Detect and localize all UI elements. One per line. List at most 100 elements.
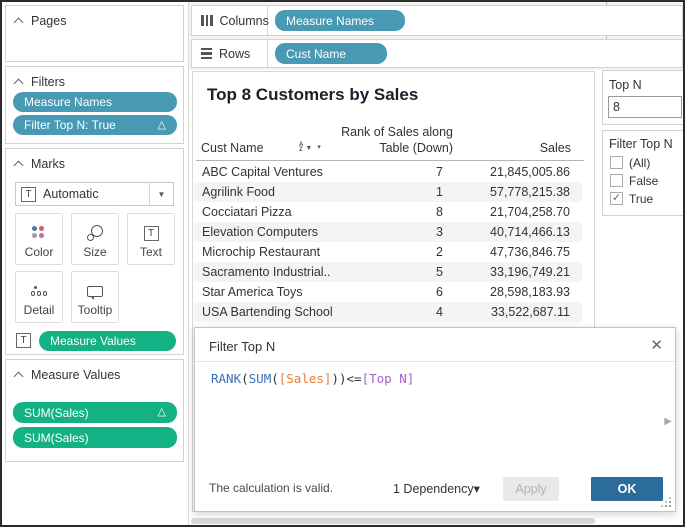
mark-button-label: Text [140, 245, 162, 259]
checkbox-label: True [629, 192, 653, 206]
tableau-window: Pages Filters Measure Names Filter Top N… [0, 0, 685, 527]
delta-icon: △ [158, 407, 166, 418]
checkbox-icon[interactable]: ✓ [610, 192, 623, 205]
sum-sales-pill-1[interactable]: SUM(Sales) △ [13, 402, 177, 423]
pill-label: SUM(Sales) [24, 406, 89, 420]
column-header-rank-line1: Rank of Sales along [303, 125, 453, 139]
collapse-chevron-icon[interactable] [14, 18, 24, 28]
size-button[interactable]: Size [71, 213, 119, 265]
mark-button-label: Detail [24, 303, 55, 317]
dependency-dropdown[interactable]: 1 Dependency▾ [393, 481, 480, 496]
collapse-chevron-icon[interactable] [14, 161, 24, 171]
calculation-dialog: Filter Top N ✕ RANK(SUM([Sales]))<=[Top … [194, 327, 676, 512]
pill-label: Measure Names [286, 14, 374, 28]
marks-title: Marks [31, 157, 65, 171]
sidebar-divider [188, 2, 189, 525]
tooltip-icon [72, 281, 118, 301]
sort-az-icon[interactable]: AZ ▼ ▾ [299, 143, 321, 153]
detail-button[interactable]: Detail [15, 271, 63, 323]
measure-values-card: Measure Values SUM(Sales) △ SUM(Sales) [5, 359, 184, 462]
pill-label: Measure Values [50, 334, 136, 348]
rows-icon [201, 48, 212, 60]
horizontal-scrollbar[interactable] [191, 518, 595, 524]
sum-sales-pill-2[interactable]: SUM(Sales) [13, 427, 177, 448]
mark-button-label: Tooltip [78, 303, 113, 317]
text-mark-icon: T [16, 333, 31, 348]
table-row[interactable]: Sacramento Industrial..533,196,749.21 [194, 262, 582, 282]
apply-button[interactable]: Apply [503, 477, 559, 501]
checkbox-label: False [629, 174, 658, 188]
calculation-status: The calculation is valid. [209, 481, 333, 495]
column-header-cust-name[interactable]: Cust Name [201, 141, 264, 155]
rows-shelf-label: Rows [192, 40, 268, 67]
columns-icon [201, 15, 213, 26]
column-header-rank-line2: Table (Down) [303, 141, 453, 155]
color-button[interactable]: Color [15, 213, 63, 265]
pill-label: SUM(Sales) [24, 431, 89, 445]
header-divider [196, 160, 584, 161]
pill-label: Filter Top N: True [24, 118, 116, 132]
columns-shelf[interactable]: Columns Measure Names [191, 5, 683, 36]
filter-top-n-card: Filter Top N ✓ (All) ✓ False ✓ True [602, 130, 685, 216]
filter-option-all[interactable]: ✓ (All) [610, 155, 650, 170]
table-row[interactable]: Cocciatari Pizza821,704,258.70 [194, 202, 582, 222]
text-icon: T [128, 223, 174, 243]
marks-card: Marks T Automatic ▼ Color Size T Text [5, 148, 184, 355]
filter-top-n-title: Filter Top N [609, 137, 673, 151]
dialog-title: Filter Top N [209, 339, 275, 354]
data-table-body: ABC Capital Ventures721,845,005.86 Agril… [194, 162, 582, 322]
tooltip-button[interactable]: Tooltip [71, 271, 119, 323]
size-icon [72, 223, 118, 243]
text-mark-icon: T [21, 187, 36, 202]
filter-option-true[interactable]: ✓ True [610, 191, 653, 206]
formula-editor[interactable]: RANK(SUM([Sales]))<=[Top N] [195, 362, 661, 471]
ok-button[interactable]: OK [591, 477, 663, 501]
top-n-input[interactable] [608, 96, 682, 118]
close-icon[interactable]: ✕ [650, 336, 663, 354]
filters-title: Filters [31, 75, 65, 89]
top-n-parameter-card: Top N [602, 70, 685, 125]
pages-title: Pages [31, 14, 66, 28]
checkbox-icon[interactable]: ✓ [610, 156, 623, 169]
table-row[interactable]: Agrilink Food157,778,215.38 [194, 182, 582, 202]
mark-type-dropdown[interactable]: T Automatic ▼ [15, 182, 174, 206]
rows-pill-cust-name[interactable]: Cust Name [275, 43, 387, 64]
sheet-title: Top 8 Customers by Sales [207, 85, 418, 105]
table-row[interactable]: ABC Capital Ventures721,845,005.86 [194, 162, 582, 182]
resize-grip[interactable] [662, 498, 672, 508]
detail-icon [16, 281, 62, 301]
measure-values-pill[interactable]: Measure Values [39, 331, 176, 351]
collapse-chevron-icon[interactable] [14, 79, 24, 89]
chevron-down-icon: ▾ [474, 482, 480, 496]
filter-pill-top-n[interactable]: Filter Top N: True △ [13, 115, 177, 135]
columns-pill-measure-names[interactable]: Measure Names [275, 10, 405, 31]
mark-type-label: Automatic [43, 187, 99, 201]
formula-text: RANK(SUM([Sales]))<=[Top N] [211, 371, 414, 386]
top-n-title: Top N [609, 78, 642, 92]
color-icon [16, 223, 62, 243]
table-row[interactable]: USA Bartending School433,522,687.11 [194, 302, 582, 322]
chevron-down-icon[interactable]: ▼ [149, 183, 173, 205]
filter-option-false[interactable]: ✓ False [610, 173, 658, 188]
rows-shelf[interactable]: Rows Cust Name [191, 39, 683, 68]
text-button[interactable]: T Text [127, 213, 175, 265]
collapse-chevron-icon[interactable] [14, 372, 24, 382]
mark-button-label: Size [83, 245, 106, 259]
table-row[interactable]: Microchip Restaurant247,736,846.75 [194, 242, 582, 262]
pill-label: Measure Names [24, 95, 112, 109]
expand-functions-icon[interactable]: ▶ [664, 416, 672, 427]
sort-caret-icon[interactable]: ▾ [317, 143, 321, 151]
mark-button-label: Color [25, 245, 54, 259]
table-row[interactable]: Star America Toys628,598,183.93 [194, 282, 582, 302]
checkbox-label: (All) [629, 156, 650, 170]
sort-arrow-icon: ▼ [305, 145, 312, 152]
checkbox-icon[interactable]: ✓ [610, 174, 623, 187]
column-header-sales[interactable]: Sales [471, 141, 571, 155]
measure-values-title: Measure Values [31, 368, 120, 382]
filters-card: Filters Measure Names Filter Top N: True… [5, 66, 184, 144]
pill-label: Cust Name [286, 47, 346, 61]
delta-icon: △ [158, 120, 166, 131]
filter-pill-measure-names[interactable]: Measure Names [13, 92, 177, 112]
table-row[interactable]: Elevation Computers340,714,466.13 [194, 222, 582, 242]
columns-shelf-label: Columns [192, 6, 268, 35]
